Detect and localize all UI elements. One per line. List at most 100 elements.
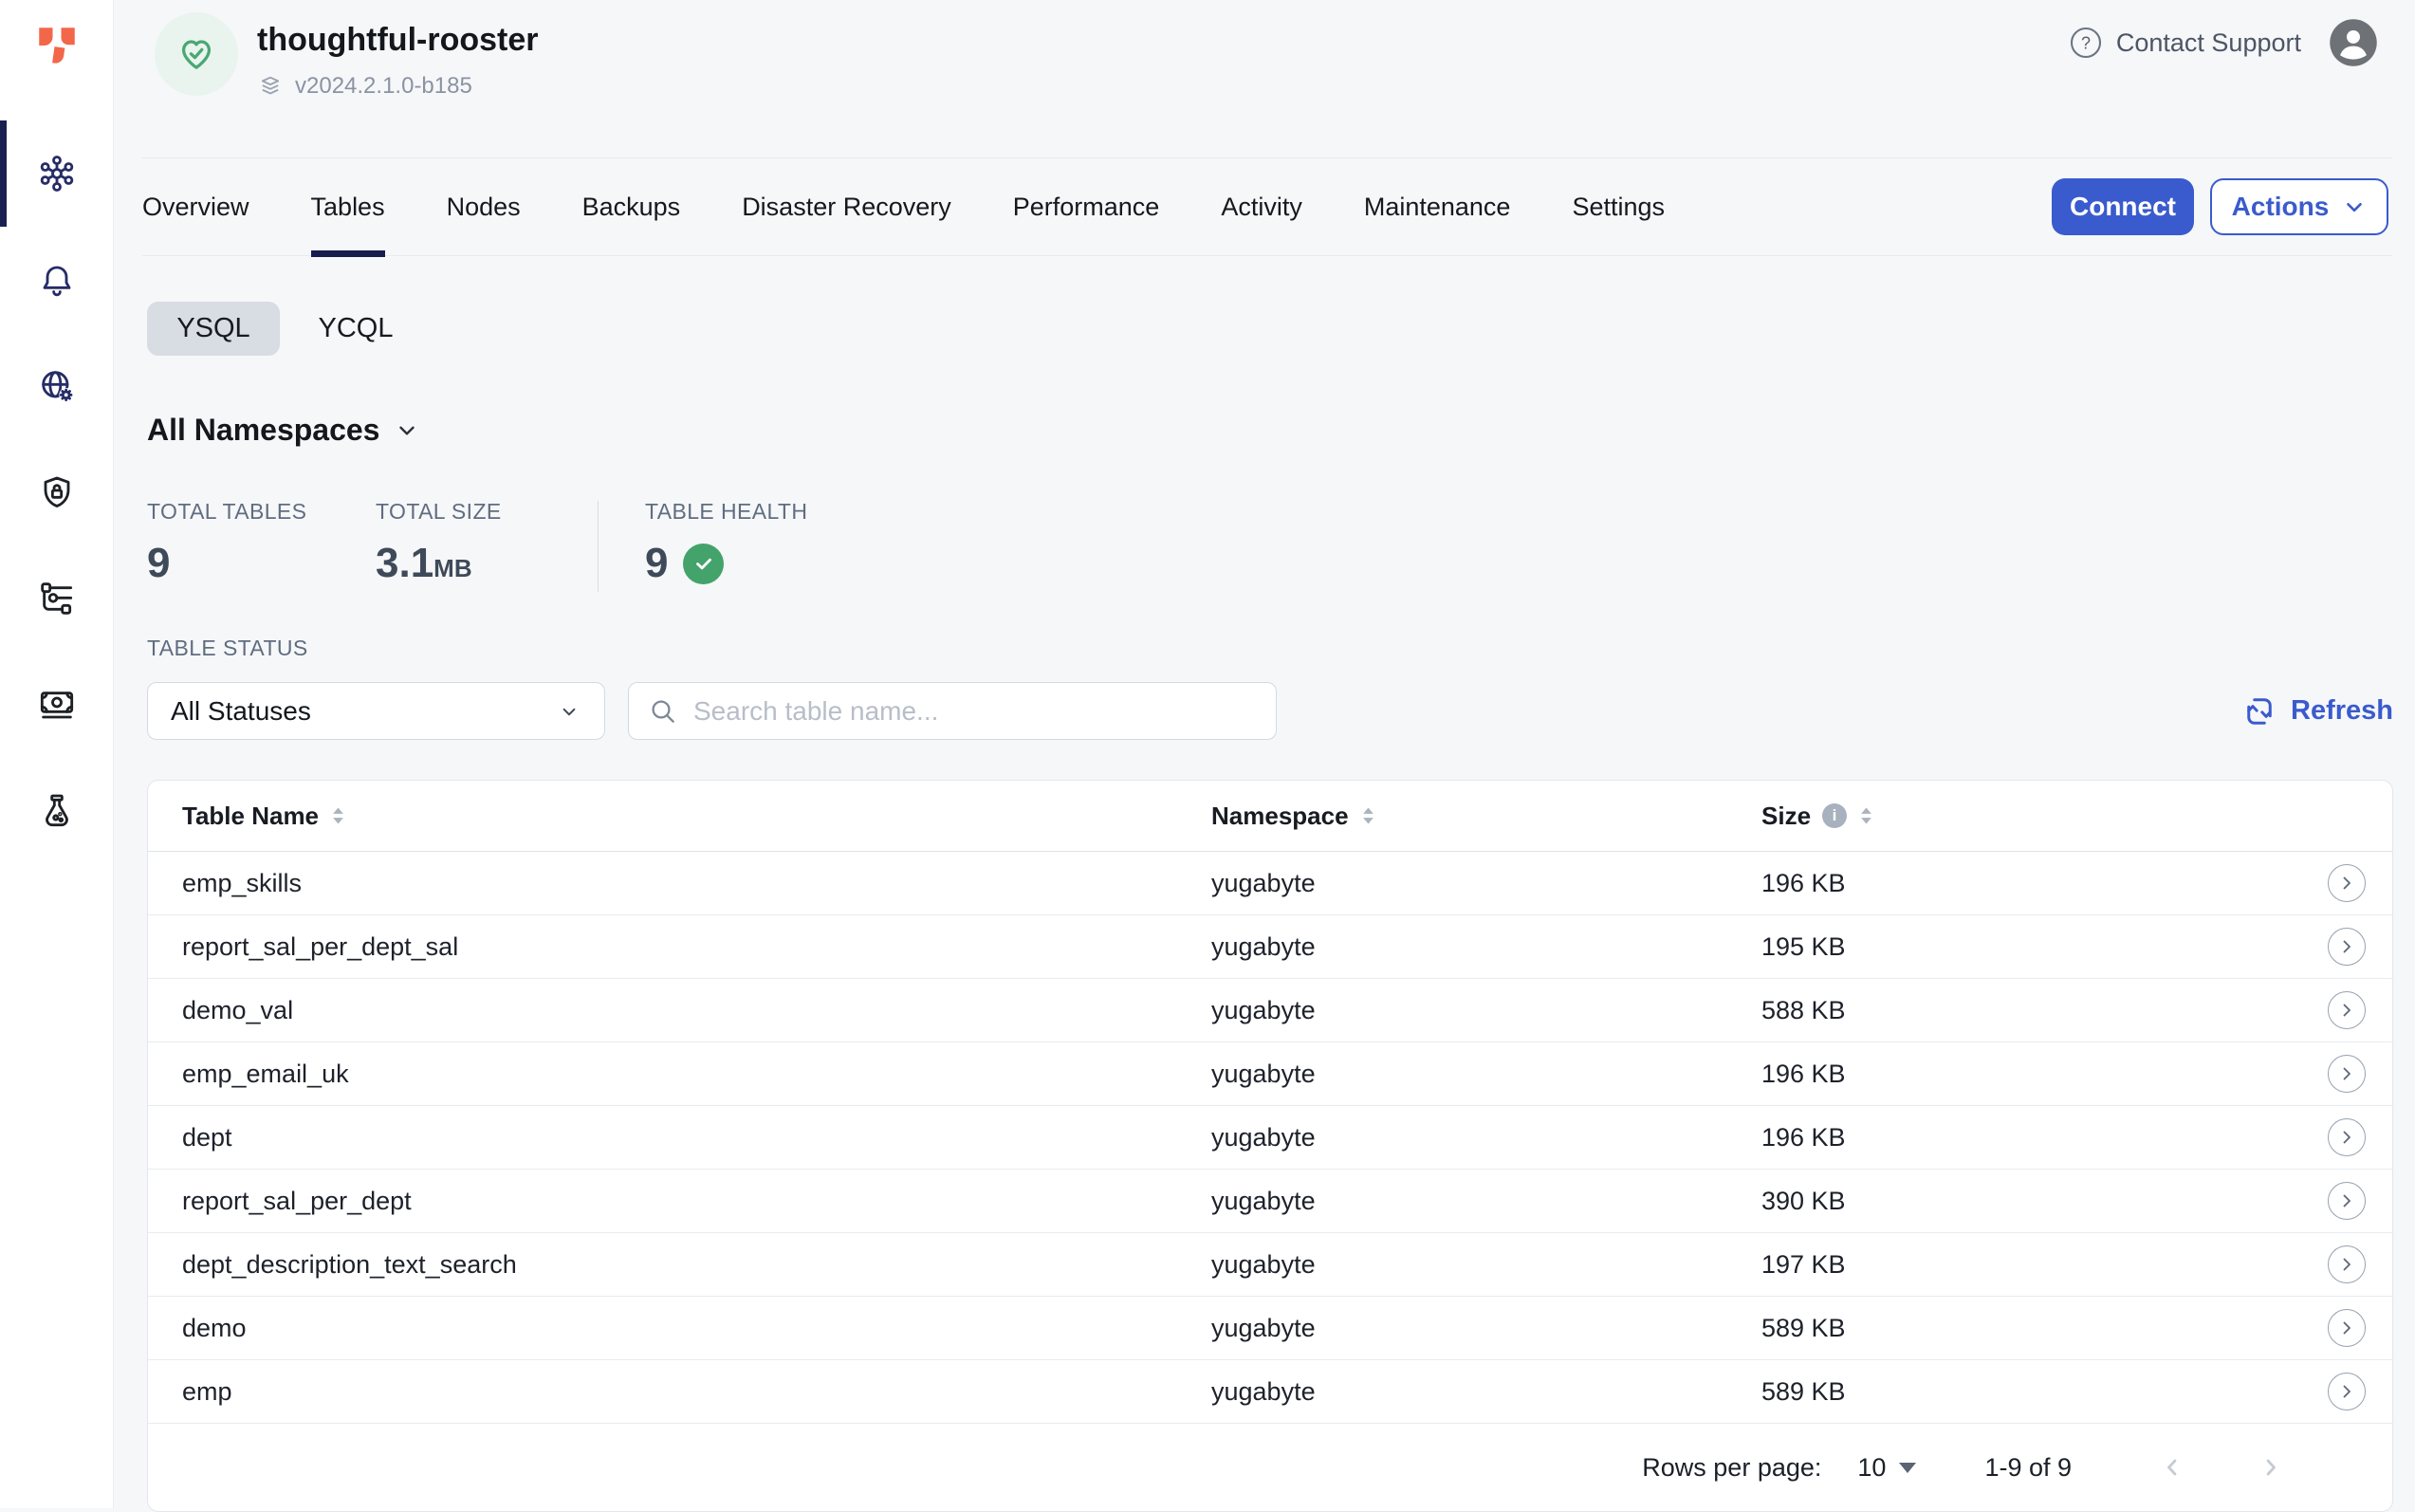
- previous-page-button[interactable]: [2153, 1454, 2191, 1481]
- row-detail-button[interactable]: [2328, 1373, 2366, 1411]
- tab-tables[interactable]: Tables: [311, 158, 385, 256]
- table-row[interactable]: emp_skills yugabyte 196 KB: [148, 852, 2392, 915]
- sidebar-item-labs[interactable]: [0, 758, 114, 864]
- row-detail-button[interactable]: [2328, 864, 2366, 902]
- tab-activity[interactable]: Activity: [1221, 158, 1302, 256]
- layers-icon: [257, 73, 284, 100]
- chevron-right-icon: [2335, 999, 2358, 1022]
- sidebar-item-clusters[interactable]: [0, 120, 114, 227]
- row-detail-button[interactable]: [2328, 991, 2366, 1029]
- rows-per-page-value: 10: [1857, 1453, 1886, 1483]
- connect-button[interactable]: Connect: [2052, 178, 2194, 235]
- table-row[interactable]: demo_val yugabyte 588 KB: [148, 979, 2392, 1042]
- pagination-range: 1-9 of 9: [1984, 1453, 2072, 1483]
- size-info-icon[interactable]: i: [1822, 803, 1847, 828]
- workflow-icon: [38, 580, 76, 618]
- namespace-heading-label: All Namespaces: [147, 413, 379, 448]
- chevron-left-icon: [2159, 1454, 2185, 1481]
- row-detail-button[interactable]: [2328, 1055, 2366, 1093]
- cell-table-name: dept_description_text_search: [182, 1250, 1211, 1280]
- cell-size: 196 KB: [1761, 1123, 2309, 1152]
- sidebar-item-integrations[interactable]: [0, 545, 114, 652]
- cell-namespace: yugabyte: [1211, 932, 1761, 962]
- contact-support-link[interactable]: ? Contact Support: [2069, 26, 2301, 60]
- row-detail-button[interactable]: [2328, 1182, 2366, 1220]
- cluster-version: v2024.2.1.0-b185: [295, 73, 472, 100]
- tab-maintenance[interactable]: Maintenance: [1364, 158, 1511, 256]
- status-filter-select[interactable]: All Statuses: [147, 682, 605, 740]
- row-detail-button[interactable]: [2328, 1118, 2366, 1156]
- dropdown-arrow-icon: [1899, 1463, 1916, 1473]
- cell-namespace: yugabyte: [1211, 1123, 1761, 1152]
- table-row[interactable]: report_sal_per_dept_sal yugabyte 195 KB: [148, 915, 2392, 979]
- tab-nodes[interactable]: Nodes: [447, 158, 521, 256]
- cell-table-name: emp_skills: [182, 869, 1211, 898]
- rows-per-page-select[interactable]: 10: [1857, 1453, 1916, 1483]
- actions-button-label: Actions: [2232, 192, 2330, 222]
- row-detail-button[interactable]: [2328, 928, 2366, 966]
- stat-label: TOTAL SIZE: [376, 499, 598, 525]
- chevron-right-icon: [2335, 1062, 2358, 1085]
- cell-table-name: report_sal_per_dept: [182, 1187, 1211, 1216]
- icon-sidebar: [0, 0, 114, 1508]
- refresh-label: Refresh: [2291, 695, 2393, 727]
- api-toggle: YSQL YCQL: [147, 302, 2393, 356]
- sidebar-item-security[interactable]: [0, 439, 114, 545]
- sidebar-nav: [0, 120, 114, 864]
- stat-label: TABLE HEALTH: [645, 499, 807, 525]
- shield-lock-icon: [38, 473, 76, 511]
- tab-performance[interactable]: Performance: [1013, 158, 1160, 256]
- cell-namespace: yugabyte: [1211, 1377, 1761, 1407]
- table-row[interactable]: report_sal_per_dept yugabyte 390 KB: [148, 1170, 2392, 1233]
- user-avatar[interactable]: [2328, 17, 2379, 68]
- next-page-button[interactable]: [2252, 1454, 2290, 1481]
- search-icon: [648, 696, 678, 727]
- table-stats: TOTAL TABLES 9 TOTAL SIZE 3.1MB TABLE HE…: [147, 499, 2393, 592]
- row-detail-button[interactable]: [2328, 1245, 2366, 1283]
- chevron-down-icon: [557, 699, 581, 724]
- actions-button[interactable]: Actions: [2210, 178, 2388, 235]
- chevron-right-icon: [2335, 872, 2358, 894]
- sort-icon: [1858, 805, 1874, 826]
- table-row[interactable]: emp_email_uk yugabyte 196 KB: [148, 1042, 2392, 1106]
- flask-icon: [38, 792, 76, 830]
- cell-size: 390 KB: [1761, 1187, 2309, 1216]
- table-search: [628, 682, 1277, 740]
- cell-size: 195 KB: [1761, 932, 2309, 962]
- tab-disaster-recovery[interactable]: Disaster Recovery: [742, 158, 951, 256]
- chevron-right-icon: [2335, 1380, 2358, 1403]
- column-label: Size: [1761, 802, 1811, 831]
- tab-settings[interactable]: Settings: [1572, 158, 1665, 256]
- sidebar-item-billing[interactable]: [0, 652, 114, 758]
- sidebar-item-alerts[interactable]: [0, 227, 114, 333]
- cluster-tabbar: Overview Tables Nodes Backups Disaster R…: [142, 157, 2392, 256]
- column-label: Table Name: [182, 802, 319, 831]
- column-header-table-name[interactable]: Table Name: [182, 802, 1211, 831]
- stat-table-health: TABLE HEALTH 9: [599, 499, 807, 592]
- row-detail-button[interactable]: [2328, 1309, 2366, 1347]
- namespace-selector[interactable]: All Namespaces: [147, 413, 419, 448]
- heart-check-icon: [175, 32, 218, 76]
- cell-namespace: yugabyte: [1211, 869, 1761, 898]
- chevron-right-icon: [2335, 1317, 2358, 1339]
- cluster-name-title: thoughtful-rooster: [257, 12, 539, 59]
- toggle-ysql[interactable]: YSQL: [147, 302, 280, 356]
- sidebar-item-regions[interactable]: [0, 333, 114, 439]
- cell-namespace: yugabyte: [1211, 1060, 1761, 1089]
- filter-row: All Statuses Refresh: [147, 682, 2393, 740]
- tab-backups[interactable]: Backups: [582, 158, 681, 256]
- table-row[interactable]: demo yugabyte 589 KB: [148, 1297, 2392, 1360]
- table-row[interactable]: emp yugabyte 589 KB: [148, 1360, 2392, 1424]
- table-header-row: Table Name Namespace Size i: [148, 781, 2392, 852]
- table-row[interactable]: dept_description_text_search yugabyte 19…: [148, 1233, 2392, 1297]
- tab-overview[interactable]: Overview: [142, 158, 249, 256]
- refresh-button[interactable]: Refresh: [2242, 694, 2393, 728]
- toggle-ycql[interactable]: YCQL: [289, 302, 422, 356]
- yugabyte-logo-icon[interactable]: [34, 23, 80, 68]
- table-row[interactable]: dept yugabyte 196 KB: [148, 1106, 2392, 1170]
- column-header-size[interactable]: Size i: [1761, 802, 2309, 831]
- table-status-label: TABLE STATUS: [147, 636, 2393, 661]
- search-input[interactable]: [693, 696, 1257, 727]
- column-header-namespace[interactable]: Namespace: [1211, 802, 1761, 831]
- page-header: thoughtful-rooster v2024.2.1.0-b185 ? Co…: [114, 0, 2415, 157]
